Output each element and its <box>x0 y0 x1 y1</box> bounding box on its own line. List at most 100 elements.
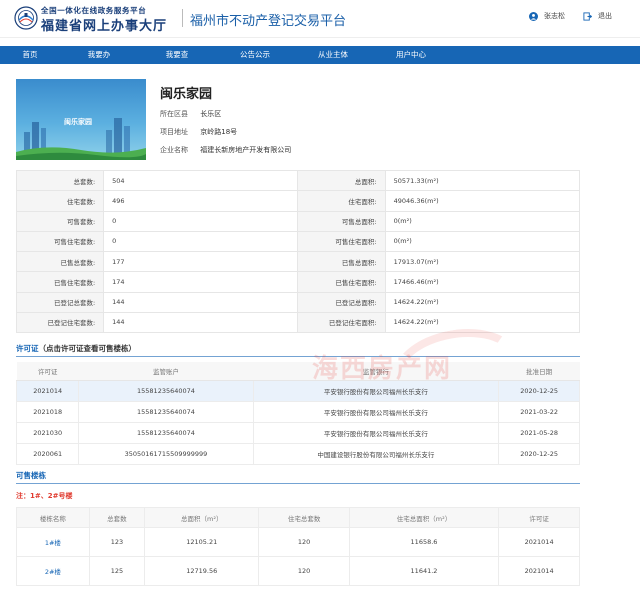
building-cell: 1#楼 <box>16 527 90 557</box>
stat-value: 144 <box>103 311 299 334</box>
stat-label: 可售套数: <box>15 210 105 232</box>
building-table: 楼栋名称 总套数 总面积（m²） 住宅总套数 住宅总面积（m²） 许可证 1#楼 123 12… <box>16 507 580 586</box>
building-column-header: 总套数 <box>88 507 146 528</box>
stat-value: 504 <box>103 169 299 192</box>
building-column-header: 住宅总面积（m²） <box>348 507 500 528</box>
building-cell: 120 <box>258 556 350 586</box>
stats-row: 已登记总套数: 144 已登记总面积: 14624.22(m²) <box>15 291 581 313</box>
stat-value: 49046.36(m²) <box>384 190 581 212</box>
permit-divider <box>16 356 580 357</box>
stat-label: 总套数: <box>15 169 105 192</box>
user-icon <box>529 11 538 21</box>
permit-column-header: 批准日期 <box>498 362 580 381</box>
government-emblem-icon <box>14 6 38 30</box>
stats-row: 可售住宅套数: 0 可售住宅面积: 0(m²) <box>15 230 581 253</box>
stats-row: 可售套数: 0 可售总面积: 0(m²) <box>15 210 581 232</box>
permit-cell: 15581235640074 <box>78 379 254 402</box>
stat-value: 0 <box>103 210 299 232</box>
stat-label: 已售住宅套数: <box>15 271 105 293</box>
permit-cell: 35050161715509999999 <box>78 442 254 465</box>
permit-section-title: 许可证（点击许可证查看可售楼栋） <box>16 343 136 354</box>
nav-user-center[interactable]: 用户中心 <box>372 46 450 64</box>
permit-row[interactable]: 2021018 15581235640074 平安银行股份有限公司福州长乐支行 202… <box>15 400 580 423</box>
stat-value: 0 <box>103 230 299 253</box>
company-label: 企业名称 <box>160 146 188 154</box>
nav-home[interactable]: 首页 <box>0 46 60 64</box>
stat-label: 住宅套数: <box>15 190 105 212</box>
stat-value: 177 <box>103 250 299 273</box>
stat-label: 已售总面积: <box>297 250 386 273</box>
permit-subtitle: （点击许可证查看可售楼栋） <box>38 344 137 353</box>
permit-column-header: 监管账户 <box>78 362 254 381</box>
project-image: 闽乐家园 <box>16 79 146 160</box>
building-cell: 12105.21 <box>144 527 260 557</box>
logo-divider <box>182 9 183 27</box>
building-cell: 2#楼 <box>16 556 90 586</box>
stat-label: 可售住宅面积: <box>297 230 386 253</box>
user-area: 张志松 退出 <box>529 11 612 21</box>
stat-value: 174 <box>103 271 299 293</box>
building-link[interactable]: 2#楼 <box>45 568 61 576</box>
stat-label: 可售住宅套数: <box>15 230 105 253</box>
stat-value: 496 <box>103 190 299 212</box>
nav-practitioners[interactable]: 从业主体 <box>294 46 372 64</box>
building-row: 1#楼 123 12105.21 120 11658.6 2021014 <box>16 527 580 557</box>
building-link[interactable]: 1#楼 <box>45 539 61 547</box>
stat-label: 住宅面积: <box>297 190 386 212</box>
permit-cell: 2020-12-25 <box>498 379 580 402</box>
stat-value: 144 <box>103 291 299 313</box>
nav-query[interactable]: 我要查 <box>138 46 216 64</box>
permit-cell: 2021018 <box>15 400 80 423</box>
building-cell: 125 <box>88 556 146 586</box>
building-row: 2#楼 125 12719.56 120 11641.2 2021014 <box>16 556 580 586</box>
stat-value: 0(m²) <box>384 230 581 253</box>
stat-label: 可售总面积: <box>297 210 386 232</box>
building-cell: 12719.56 <box>144 556 260 586</box>
project-district-row: 所在区县 长乐区 <box>160 109 221 119</box>
permit-cell: 2021030 <box>15 421 80 444</box>
permit-title: 许可证 <box>16 344 39 353</box>
permit-cell: 2020061 <box>15 442 80 465</box>
main-nav: 首页 我要办 我要查 公告公示 从业主体 用户中心 <box>0 46 640 64</box>
stats-row: 已售总套数: 177 已售总面积: 17913.07(m²) <box>15 250 581 273</box>
permit-column-header: 监管银行 <box>253 362 499 381</box>
permit-cell: 平安银行股份有限公司福州长乐支行 <box>252 379 500 402</box>
logout-icon <box>583 11 592 21</box>
permit-column-header: 许可证 <box>16 362 79 381</box>
permit-row[interactable]: 2021030 15581235640074 平安银行股份有限公司福州长乐支行 202… <box>15 421 580 444</box>
stat-label: 已售总套数: <box>15 250 105 273</box>
building-cell: 11658.6 <box>348 527 500 557</box>
stat-label: 已登记总面积: <box>297 291 386 313</box>
permit-row[interactable]: 2020061 35050161715509999999 中国建设银行股份有限公司福… <box>15 442 580 465</box>
building-cell: 11641.2 <box>348 556 500 586</box>
permit-table: 许可证 监管账户 监管银行 批准日期 2021014 15581235640074 平安银… <box>15 362 580 465</box>
building-cell: 123 <box>88 527 146 557</box>
nav-announcements[interactable]: 公告公示 <box>216 46 294 64</box>
permit-cell: 平安银行股份有限公司福州长乐支行 <box>252 421 500 444</box>
building-cell: 2021014 <box>498 556 580 586</box>
project-address-row: 项目地址 京岭路18号 <box>160 127 237 137</box>
building-column-header: 总面积（m²） <box>144 507 260 528</box>
stat-label: 已售住宅面积: <box>297 271 386 293</box>
stat-value: 50571.33(m²) <box>384 169 581 192</box>
logout-link[interactable]: 退出 <box>598 11 612 21</box>
user-name-link[interactable]: 张志松 <box>544 11 565 21</box>
stats-row: 总套数: 504 总面积: 50571.33(m²) <box>15 169 581 192</box>
building-column-header: 楼栋名称 <box>16 507 90 528</box>
building-cell: 120 <box>258 527 350 557</box>
site-header: 全国一体化在线政务服务平台 福建省网上办事大厅 福州市不动产登记交易平台 张志松… <box>0 0 640 38</box>
stat-label: 已登记住宅面积: <box>297 311 386 334</box>
nav-apply[interactable]: 我要办 <box>60 46 138 64</box>
stats-row: 住宅套数: 496 住宅面积: 49046.36(m²) <box>15 190 581 212</box>
district-label: 所在区县 <box>160 110 188 118</box>
permit-row[interactable]: 2021014 15581235640074 平安银行股份有限公司福州长乐支行 202… <box>15 379 580 402</box>
stat-value: 0(m²) <box>384 210 581 232</box>
permit-cell: 2021-05-28 <box>498 421 580 444</box>
stats-row: 已登记住宅套数: 144 已登记住宅面积: 14624.22(m²) <box>15 311 581 334</box>
building-divider <box>16 483 580 484</box>
permit-cell: 2021-03-22 <box>498 400 580 423</box>
building-column-header: 住宅总套数 <box>258 507 350 528</box>
platform-title: 福州市不动产登记交易平台 <box>190 14 347 29</box>
stats-row: 已售住宅套数: 174 已售住宅面积: 17466.46(m²) <box>15 271 581 293</box>
stat-label: 已登记总套数: <box>15 291 105 313</box>
